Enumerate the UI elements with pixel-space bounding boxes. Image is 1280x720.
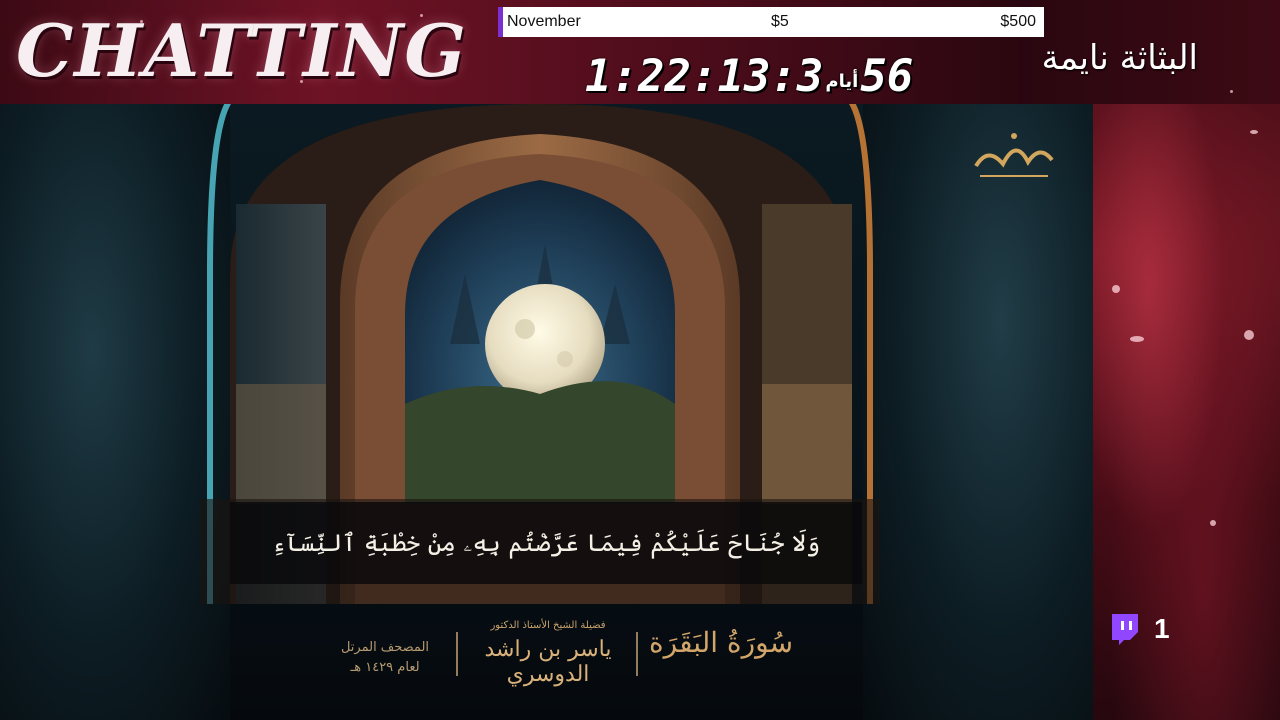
bokeh-light — [1210, 520, 1216, 526]
bokeh-light — [1250, 130, 1258, 134]
recitation-credits: المصحف المرتل لعام ١٤٢٩ هـ فضيلة الشيخ ا… — [330, 614, 800, 694]
viewer-count: 1 — [1108, 612, 1170, 646]
countdown-timer: 1:22:13:3 أيام 56 — [585, 40, 913, 102]
video-player: وَلَا جُنَاحَ عَلَيْكُمْ فِيمَا عَرَّضْت… — [0, 104, 1093, 720]
viewer-count-number: 1 — [1154, 613, 1170, 644]
forest-left — [0, 104, 230, 720]
ayah-text: وَلَا جُنَاحَ عَلَيْكُمْ فِيمَا عَرَّضْت… — [271, 529, 821, 557]
goal-start-amount: $5 — [771, 13, 789, 30]
donation-goal-bar: November $5 $500 — [498, 7, 1044, 37]
stream-category-title: CHATTING — [16, 8, 467, 93]
countdown-days: 56 — [860, 51, 914, 102]
reciter-info: فضيلة الشيخ الأستاذ الدكتور ياسر بن راشد… — [468, 620, 628, 687]
mushaf-line2: لعام ١٤٢٩ هـ — [350, 660, 420, 675]
surah-name: سُورَةُ البَقَرَة — [648, 626, 794, 659]
ayah-caption: وَلَا جُنَاحَ عَلَيْكُمْ فِيمَا عَرَّضْت… — [230, 502, 862, 584]
reciter-name: ياسر بن راشد الدوسري — [484, 637, 612, 687]
reciter-title: فضيلة الشيخ الأستاذ الدكتور — [490, 620, 606, 631]
divider — [636, 632, 638, 676]
mushaf-info: المصحف المرتل لعام ١٤٢٩ هـ — [330, 638, 440, 678]
top-banner: CHATTING November $5 $500 1:22:13:3 أيام… — [0, 0, 1280, 104]
mushaf-line1: المصحف المرتل — [340, 640, 430, 655]
divider — [456, 632, 458, 676]
streamer-status-text: البثاثة نايمة — [1041, 38, 1198, 78]
goal-target-amount: $500 — [1000, 13, 1036, 30]
goal-label: November — [507, 13, 581, 30]
bokeh-light — [1112, 285, 1120, 293]
countdown-time: 1:22:13:3 — [585, 51, 824, 102]
countdown-days-word: أيام — [825, 71, 859, 92]
stream-overlay: CHATTING November $5 $500 1:22:13:3 أيام… — [0, 0, 1280, 720]
twitch-icon — [1112, 614, 1138, 645]
bokeh-light — [1244, 330, 1254, 340]
bokeh-light — [1130, 336, 1144, 342]
forest-right — [863, 104, 1093, 720]
calligraphy-logo — [974, 133, 1054, 177]
sparkle — [1230, 90, 1233, 93]
